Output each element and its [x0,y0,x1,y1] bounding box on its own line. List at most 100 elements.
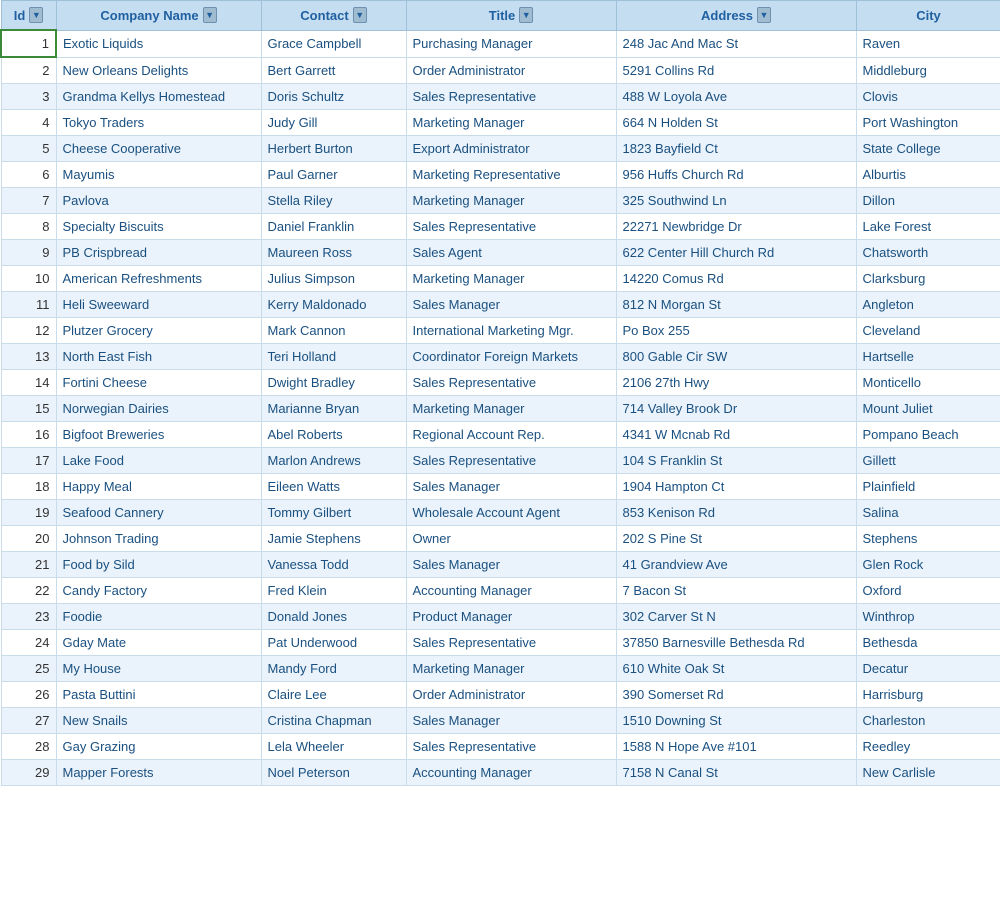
cell-address: 325 Southwind Ln [616,188,856,214]
cell-address: 853 Kenison Rd [616,500,856,526]
cell-title: International Marketing Mgr. [406,318,616,344]
table-row[interactable]: 13North East FishTeri HollandCoordinator… [1,344,1000,370]
table-row[interactable]: 12Plutzer GroceryMark CannonInternationa… [1,318,1000,344]
table-row[interactable]: 8Specialty BiscuitsDaniel FranklinSales … [1,214,1000,240]
table-row[interactable]: 9PB CrispbreadMaureen RossSales Agent622… [1,240,1000,266]
cell-contact: Abel Roberts [261,422,406,448]
table-row[interactable]: 29Mapper ForestsNoel PetersonAccounting … [1,760,1000,786]
cell-title: Sales Representative [406,734,616,760]
cell-id: 13 [1,344,56,370]
table-row[interactable]: 6MayumisPaul GarnerMarketing Representat… [1,162,1000,188]
cell-company: Norwegian Dairies [56,396,261,422]
cell-title: Order Administrator [406,682,616,708]
cell-company: North East Fish [56,344,261,370]
table-row[interactable]: 20Johnson TradingJamie StephensOwner202 … [1,526,1000,552]
table-row[interactable]: 2New Orleans DelightsBert GarrettOrder A… [1,57,1000,84]
cell-city: Oxford [856,578,1000,604]
cell-contact: Julius Simpson [261,266,406,292]
cell-company: Food by Sild [56,552,261,578]
cell-city: Reedley [856,734,1000,760]
cell-city: Angleton [856,292,1000,318]
cell-id: 29 [1,760,56,786]
table-row[interactable]: 18Happy MealEileen WattsSales Manager190… [1,474,1000,500]
cell-title: Marketing Manager [406,110,616,136]
cell-city: Salina [856,500,1000,526]
cell-company: Exotic Liquids [56,30,261,57]
cell-title: Product Manager [406,604,616,630]
table-row[interactable]: 16Bigfoot BreweriesAbel RobertsRegional … [1,422,1000,448]
table-row[interactable]: 15Norwegian DairiesMarianne BryanMarketi… [1,396,1000,422]
table-row[interactable]: 3Grandma Kellys HomesteadDoris SchultzSa… [1,84,1000,110]
cell-contact: Lela Wheeler [261,734,406,760]
col-header-title: Title ▼ [406,1,616,31]
col-contact-label: Contact [300,8,348,23]
cell-address: 302 Carver St N [616,604,856,630]
table-row[interactable]: 4Tokyo TradersJudy GillMarketing Manager… [1,110,1000,136]
cell-address: 714 Valley Brook Dr [616,396,856,422]
cell-address: 248 Jac And Mac St [616,30,856,57]
cell-title: Wholesale Account Agent [406,500,616,526]
col-title-sort-btn[interactable]: ▼ [519,7,533,23]
col-header-id: Id ▼ [1,1,56,31]
cell-city: Glen Rock [856,552,1000,578]
cell-city: Monticello [856,370,1000,396]
cell-company: Lake Food [56,448,261,474]
col-company-sort-btn[interactable]: ▼ [203,7,217,23]
cell-contact: Marianne Bryan [261,396,406,422]
cell-address: 4341 W Mcnab Rd [616,422,856,448]
cell-id: 16 [1,422,56,448]
cell-city: Clarksburg [856,266,1000,292]
table-row[interactable]: 24Gday MatePat UnderwoodSales Representa… [1,630,1000,656]
col-address-label: Address [701,8,753,23]
cell-address: 7 Bacon St [616,578,856,604]
col-header-city: City [856,1,1000,31]
cell-company: Grandma Kellys Homestead [56,84,261,110]
table-row[interactable]: 19Seafood CanneryTommy GilbertWholesale … [1,500,1000,526]
table-row[interactable]: 22Candy FactoryFred KleinAccounting Mana… [1,578,1000,604]
cell-company: American Refreshments [56,266,261,292]
table-row[interactable]: 23FoodieDonald JonesProduct Manager302 C… [1,604,1000,630]
cell-id: 19 [1,500,56,526]
table-row[interactable]: 27New SnailsCristina ChapmanSales Manage… [1,708,1000,734]
col-header-contact: Contact ▼ [261,1,406,31]
cell-contact: Eileen Watts [261,474,406,500]
cell-id: 10 [1,266,56,292]
table-row[interactable]: 17Lake FoodMarlon AndrewsSales Represent… [1,448,1000,474]
cell-address: 622 Center Hill Church Rd [616,240,856,266]
table-row[interactable]: 26Pasta ButtiniClaire LeeOrder Administr… [1,682,1000,708]
table-row[interactable]: 21Food by SildVanessa ToddSales Manager4… [1,552,1000,578]
cell-city: Stephens [856,526,1000,552]
col-header-address: Address ▼ [616,1,856,31]
cell-company: Fortini Cheese [56,370,261,396]
cell-title: Regional Account Rep. [406,422,616,448]
table-row[interactable]: 1Exotic LiquidsGrace CampbellPurchasing … [1,30,1000,57]
table-header-row: Id ▼ Company Name ▼ Contact ▼ [1,1,1000,31]
cell-city: Winthrop [856,604,1000,630]
table-row[interactable]: 11Heli SweewardKerry MaldonadoSales Mana… [1,292,1000,318]
cell-address: 2106 27th Hwy [616,370,856,396]
cell-company: Candy Factory [56,578,261,604]
table-row[interactable]: 25My HouseMandy FordMarketing Manager610… [1,656,1000,682]
cell-contact: Maureen Ross [261,240,406,266]
cell-contact: Marlon Andrews [261,448,406,474]
cell-company: Specialty Biscuits [56,214,261,240]
cell-title: Sales Agent [406,240,616,266]
cell-contact: Pat Underwood [261,630,406,656]
cell-company: Pavlova [56,188,261,214]
data-table-container: Id ▼ Company Name ▼ Contact ▼ [0,0,1000,786]
table-row[interactable]: 14Fortini CheeseDwight BradleySales Repr… [1,370,1000,396]
col-contact-sort-btn[interactable]: ▼ [353,7,367,23]
cell-city: Harrisburg [856,682,1000,708]
col-id-sort-btn[interactable]: ▼ [29,7,43,23]
cell-id: 28 [1,734,56,760]
table-row[interactable]: 28Gay GrazingLela WheelerSales Represent… [1,734,1000,760]
cell-id: 12 [1,318,56,344]
cell-title: Sales Representative [406,214,616,240]
cell-address: 1588 N Hope Ave #101 [616,734,856,760]
table-row[interactable]: 10American RefreshmentsJulius SimpsonMar… [1,266,1000,292]
col-address-sort-btn[interactable]: ▼ [757,7,771,23]
cell-company: Tokyo Traders [56,110,261,136]
table-row[interactable]: 7PavlovaStella RileyMarketing Manager325… [1,188,1000,214]
table-row[interactable]: 5Cheese CooperativeHerbert BurtonExport … [1,136,1000,162]
cell-title: Accounting Manager [406,578,616,604]
